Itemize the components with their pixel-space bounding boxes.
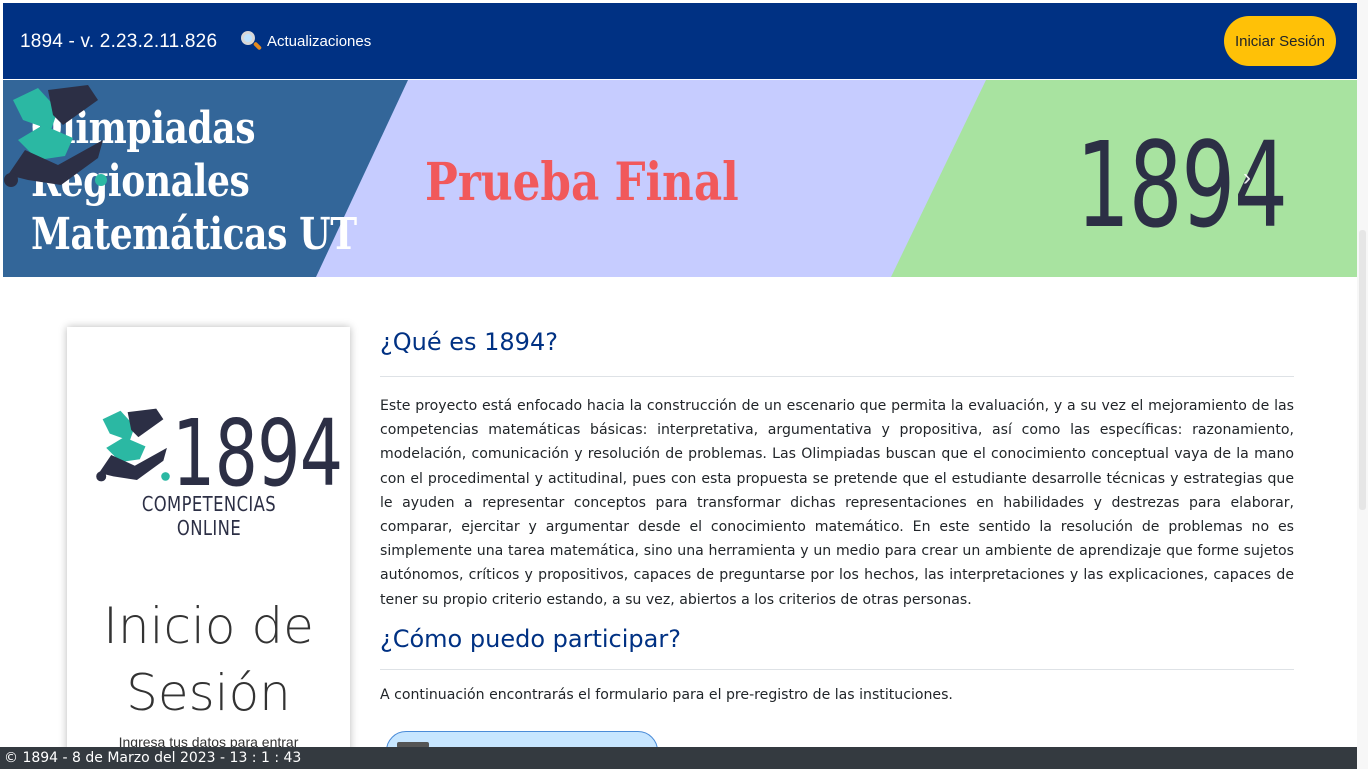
chevron-right-icon[interactable]: › xyxy=(1243,164,1251,192)
section-title-what-is: ¿Qué es 1894? xyxy=(380,328,558,356)
magnifier-icon xyxy=(239,29,263,53)
brand-version[interactable]: 1894 - v. 2.23.2.11.826 xyxy=(20,31,217,53)
hero-banner: Olimpiadas Regionales Matemáticas UT Pru… xyxy=(3,80,1357,277)
login-card: 1894 COMPETENCIAS ONLINE Inicio de Sesió… xyxy=(67,327,350,757)
section-paragraph-what-is: Este proyecto está enfocado hacia la con… xyxy=(380,398,1294,608)
section-paragraph-participate: A continuación encontrarás el formulario… xyxy=(380,687,953,703)
banner-subtitle: Prueba Final xyxy=(425,152,739,213)
section-title-how-to-participate: ¿Cómo puedo participar? xyxy=(380,625,681,653)
card-logo-number: 1894 xyxy=(172,400,343,507)
divider xyxy=(380,669,1294,670)
navbar: 1894 - v. 2.23.2.11.826 Actualizaciones … xyxy=(3,3,1357,79)
footer: © 1894 - 8 de Marzo del 2023 - 13 : 1 : … xyxy=(0,747,1357,769)
card-logo-tagline: COMPETENCIAS ONLINE xyxy=(141,492,277,540)
updates-label: Actualizaciones xyxy=(267,32,372,50)
updates-link[interactable]: Actualizaciones xyxy=(239,29,371,53)
login-button[interactable]: Iniciar Sesión xyxy=(1224,16,1336,66)
banner-title-line: Matemáticas UT xyxy=(31,209,357,260)
page: 1894 - v. 2.23.2.11.826 Actualizaciones … xyxy=(0,0,1368,769)
login-card-title: Inicio de Sesión xyxy=(103,597,314,722)
logo-1894-icon xyxy=(4,85,107,187)
scrollbar-thumb[interactable] xyxy=(1359,230,1366,510)
divider xyxy=(380,376,1294,377)
banner-logo-number: 1894 xyxy=(1076,116,1288,254)
logo-1894-icon xyxy=(96,408,170,482)
